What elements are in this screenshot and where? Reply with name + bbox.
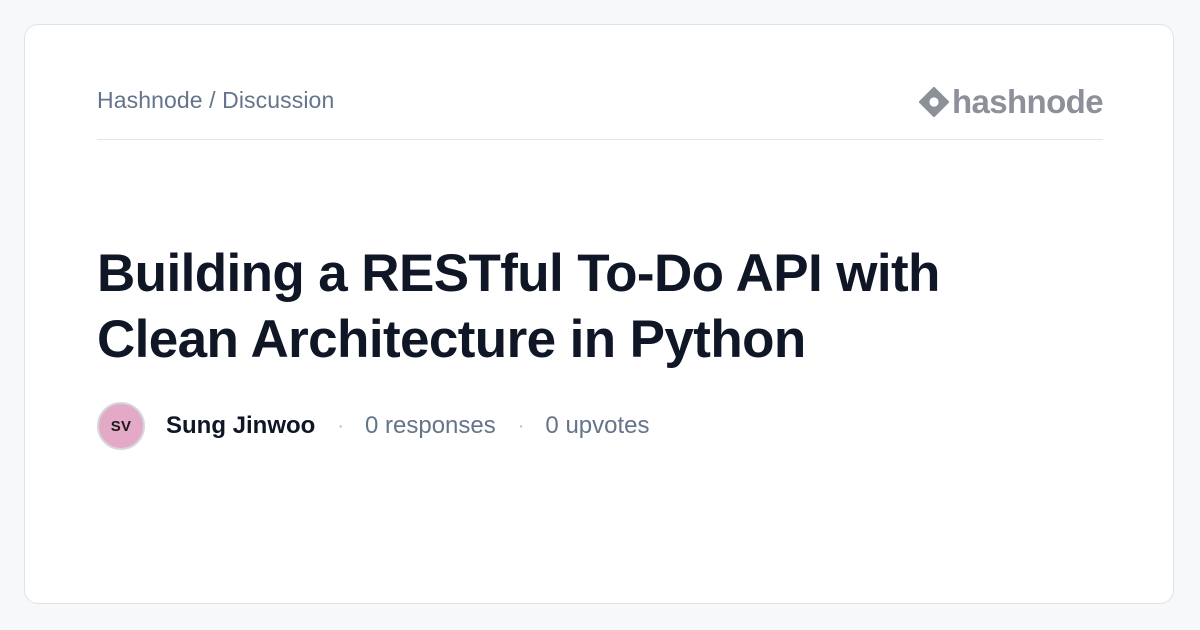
meta-separator: · xyxy=(337,414,344,437)
card-header: Hashnode / Discussion hashnode xyxy=(97,83,1104,140)
hashnode-logo[interactable]: hashnode xyxy=(918,83,1104,120)
hashnode-diamond-icon xyxy=(918,87,949,117)
author-name[interactable]: Sung Jinwoo xyxy=(166,412,315,440)
upvotes-count[interactable]: 0 upvotes xyxy=(545,412,649,440)
avatar[interactable]: SV xyxy=(97,402,145,450)
post-meta: SV Sung Jinwoo · 0 responses · 0 upvotes xyxy=(97,402,650,450)
breadcrumb[interactable]: Hashnode / Discussion xyxy=(97,87,334,114)
brand-name: hashnode xyxy=(951,83,1104,120)
discussion-card: Hashnode / Discussion hashnode Building … xyxy=(24,24,1174,604)
post-title-line-1: Building a RESTful To-Do API with xyxy=(97,244,940,303)
responses-count[interactable]: 0 responses xyxy=(365,412,496,440)
post-title[interactable]: Building a RESTful To-Do API with Clean … xyxy=(97,241,1097,373)
post-title-line-2: Clean Architecture in Python xyxy=(97,310,806,369)
meta-separator: · xyxy=(517,414,525,437)
